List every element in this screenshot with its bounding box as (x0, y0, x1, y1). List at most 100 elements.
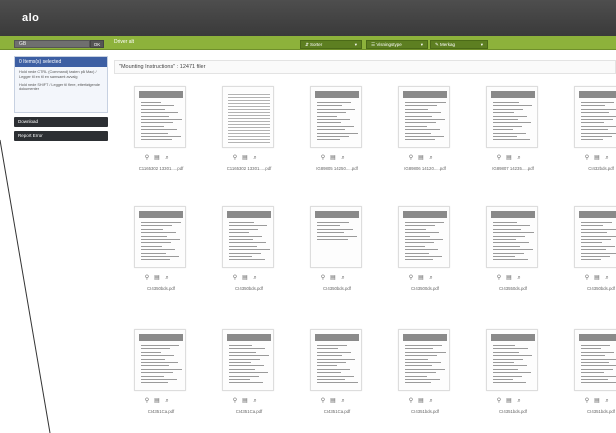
pin-icon[interactable]: ⚲ (142, 154, 152, 161)
document-filename[interactable]: CI4350bds.pdf (302, 286, 372, 291)
document-filename[interactable]: CI4350bds.pdf (214, 286, 284, 291)
save-icon[interactable]: ▤ (152, 397, 162, 404)
tag-dropdown[interactable]: ✎ Merkag ▾ (430, 40, 488, 49)
document-filename[interactable]: IG89807 14235.....pdf (478, 166, 548, 171)
document-thumbnail[interactable] (310, 206, 362, 268)
zoom-icon[interactable]: ⌕ (514, 398, 524, 405)
document-thumbnail[interactable] (222, 206, 274, 268)
save-icon[interactable]: ▤ (240, 274, 250, 281)
save-icon[interactable]: ▤ (416, 397, 426, 404)
document-thumbnail[interactable] (574, 206, 616, 268)
document-thumbnail[interactable] (574, 329, 616, 391)
document-thumbnail[interactable] (222, 329, 274, 391)
document-filename[interactable]: CI4350bds.pdf (566, 286, 616, 291)
app-logo[interactable]: alo (22, 12, 39, 24)
save-icon[interactable]: ▤ (152, 274, 162, 281)
zoom-icon[interactable]: ⌕ (338, 275, 348, 282)
pin-icon[interactable]: ⚲ (318, 154, 328, 161)
zoom-icon[interactable]: ⌕ (514, 155, 524, 162)
zoom-icon[interactable]: ⌕ (602, 398, 612, 405)
zoom-icon[interactable]: ⌕ (162, 398, 172, 405)
save-icon[interactable]: ▤ (328, 397, 338, 404)
pin-icon[interactable]: ⚲ (142, 274, 152, 281)
save-icon[interactable]: ▤ (416, 274, 426, 281)
document-thumbnail[interactable] (222, 86, 274, 148)
save-icon[interactable]: ▤ (240, 154, 250, 161)
document-filename[interactable]: CI4351Ca.pdf (302, 409, 372, 414)
pin-icon[interactable]: ⚲ (582, 274, 592, 281)
document-thumbnail[interactable] (134, 206, 186, 268)
document-thumbnail[interactable] (398, 329, 450, 391)
pin-icon[interactable]: ⚲ (318, 274, 328, 281)
zoom-icon[interactable]: ⌕ (514, 275, 524, 282)
save-icon[interactable]: ▤ (592, 154, 602, 161)
pin-icon[interactable]: ⚲ (406, 154, 416, 161)
zoom-icon[interactable]: ⌕ (426, 275, 436, 282)
document-filename[interactable]: CI4351bds.pdf (566, 409, 616, 414)
document-filename[interactable]: CI4351bds.pdf (390, 409, 460, 414)
document-thumbnail[interactable] (574, 86, 616, 148)
zoom-icon[interactable]: ⌕ (426, 155, 436, 162)
save-icon[interactable]: ▤ (152, 154, 162, 161)
document-thumbnail[interactable] (486, 206, 538, 268)
document-filename[interactable]: IG89805 14250.....pdf (302, 166, 372, 171)
pin-icon[interactable]: ⚲ (318, 397, 328, 404)
pin-icon[interactable]: ⚲ (406, 274, 416, 281)
document-filename[interactable]: C1165302 13301.....pdf (214, 166, 284, 171)
save-icon[interactable]: ▤ (592, 397, 602, 404)
pin-icon[interactable]: ⚲ (406, 397, 416, 404)
document-filename[interactable]: CI4350bds.pdf (126, 286, 196, 291)
zoom-icon[interactable]: ⌕ (426, 398, 436, 405)
report-error-button[interactable]: Report Error (14, 131, 108, 141)
document-filename[interactable]: CI4351bds.pdf (478, 409, 548, 414)
document-actions: ⚲ ▤ ⌕ (406, 397, 442, 405)
zoom-icon[interactable]: ⌕ (338, 155, 348, 162)
save-icon[interactable]: ▤ (328, 274, 338, 281)
document-thumbnail[interactable] (134, 86, 186, 148)
save-icon[interactable]: ▤ (504, 274, 514, 281)
save-icon[interactable]: ▤ (504, 397, 514, 404)
document-thumbnail[interactable] (398, 86, 450, 148)
document-thumbnail[interactable] (486, 329, 538, 391)
document-thumbnail[interactable] (310, 86, 362, 148)
pin-icon[interactable]: ⚲ (494, 274, 504, 281)
view-type-dropdown[interactable]: ☰ Visningstype ▾ (366, 40, 428, 49)
document-filename[interactable]: CI43550ds.pdf (478, 286, 548, 291)
pin-icon[interactable]: ⚲ (142, 397, 152, 404)
zoom-icon[interactable]: ⌕ (602, 155, 612, 162)
pin-icon[interactable]: ⚲ (494, 154, 504, 161)
save-icon[interactable]: ▤ (416, 154, 426, 161)
search-button[interactable]: OK (90, 40, 104, 48)
save-icon[interactable]: ▤ (504, 154, 514, 161)
document-thumbnail[interactable] (310, 329, 362, 391)
save-icon[interactable]: ▤ (592, 274, 602, 281)
search-input[interactable]: GB (14, 40, 90, 48)
document-filename[interactable]: CI4351Ca.pdf (126, 409, 196, 414)
document-filename[interactable]: CI43500ds.pdf (390, 286, 460, 291)
document-filename[interactable]: IG89806 14120.....pdf (390, 166, 460, 171)
sort-dropdown[interactable]: ⇵ Sorter ▾ (300, 40, 362, 49)
pin-icon[interactable]: ⚲ (582, 154, 592, 161)
pin-icon[interactable]: ⚲ (494, 397, 504, 404)
zoom-icon[interactable]: ⌕ (250, 275, 260, 282)
zoom-icon[interactable]: ⌕ (162, 155, 172, 162)
pin-icon[interactable]: ⚲ (230, 397, 240, 404)
document-thumbnail[interactable] (486, 86, 538, 148)
breadcrumb[interactable]: Driver alt (114, 39, 134, 45)
zoom-icon[interactable]: ⌕ (602, 275, 612, 282)
document-thumbnail[interactable] (134, 329, 186, 391)
download-button[interactable]: Download (14, 117, 108, 127)
save-icon[interactable]: ▤ (328, 154, 338, 161)
pin-icon[interactable]: ⚲ (230, 274, 240, 281)
zoom-icon[interactable]: ⌕ (250, 155, 260, 162)
document-filename[interactable]: CI432bds.pdf (566, 166, 616, 171)
zoom-icon[interactable]: ⌕ (162, 275, 172, 282)
document-filename[interactable]: C1165302 13301.....pdf (126, 166, 196, 171)
zoom-icon[interactable]: ⌕ (250, 398, 260, 405)
save-icon[interactable]: ▤ (240, 397, 250, 404)
pin-icon[interactable]: ⚲ (582, 397, 592, 404)
pin-icon[interactable]: ⚲ (230, 154, 240, 161)
zoom-icon[interactable]: ⌕ (338, 398, 348, 405)
document-thumbnail[interactable] (398, 206, 450, 268)
document-filename[interactable]: CI4351Ca.pdf (214, 409, 284, 414)
